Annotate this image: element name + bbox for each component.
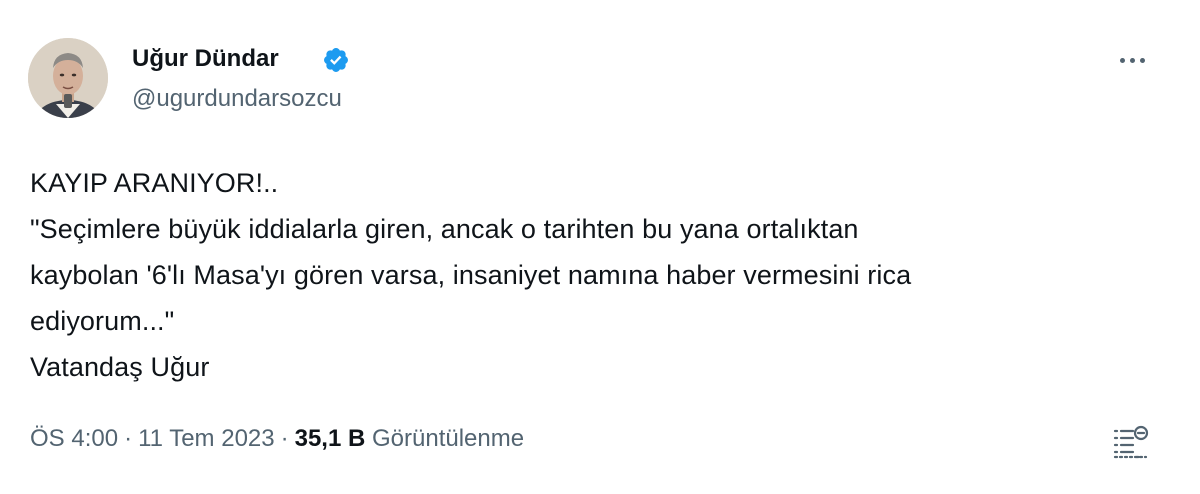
author-handle[interactable]: @ugurdundarsozcu bbox=[132, 84, 342, 114]
tweet-text-line: kaybolan '6'lı Masa'yı gören varsa, insa… bbox=[30, 260, 912, 290]
tweet-text-line: Vatandaş Uğur bbox=[30, 352, 210, 382]
tweet-text-line: "Seçimlere büyük iddialarla giren, ancak… bbox=[30, 214, 859, 244]
meta-separator: · bbox=[280, 425, 289, 452]
tweet-text-line: KAYIP ARANIYOR!.. bbox=[30, 168, 279, 198]
verified-badge-icon bbox=[324, 48, 348, 72]
tweet-date[interactable]: 11 Tem 2023 bbox=[138, 425, 275, 452]
tweet-card: Uğur Dündar @ugurdundarsozcu KAYIP ARANI… bbox=[0, 0, 1200, 494]
tweet-meta: ÖS 4:00 · 11 Tem 2023 · 35,1 B Görüntülenme bbox=[30, 424, 524, 454]
tweet-text: KAYIP ARANIYOR!.. "Seçimlere büyük iddia… bbox=[30, 160, 1170, 390]
more-horizontal-icon bbox=[1119, 57, 1125, 63]
more-options-button[interactable] bbox=[1112, 46, 1152, 74]
avatar-portrait-icon bbox=[28, 38, 108, 118]
tweet-text-line: ediyorum..." bbox=[30, 306, 175, 336]
tweet-time[interactable]: ÖS 4:00 bbox=[30, 425, 118, 452]
more-horizontal-icon bbox=[1129, 57, 1135, 63]
more-horizontal-icon bbox=[1139, 57, 1145, 63]
author-name[interactable]: Uğur Dündar bbox=[132, 44, 279, 74]
views-label: Görüntülenme bbox=[372, 425, 525, 452]
list-detail-icon[interactable] bbox=[1108, 422, 1152, 462]
avatar[interactable] bbox=[28, 38, 108, 118]
views-count: 35,1 B bbox=[294, 425, 366, 452]
meta-separator: · bbox=[124, 425, 133, 452]
